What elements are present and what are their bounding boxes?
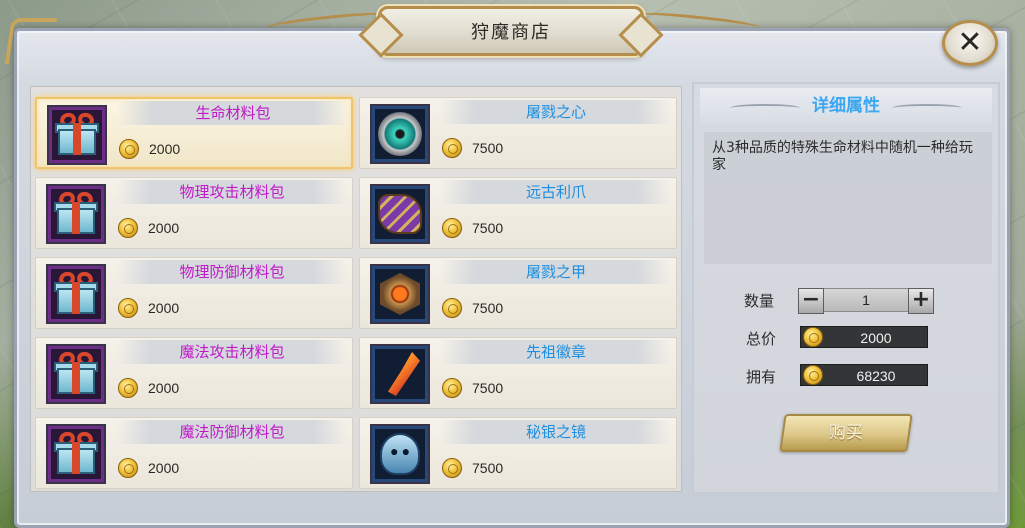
price-row: 7500 xyxy=(442,378,503,398)
increase-button[interactable]: + xyxy=(908,288,934,314)
owned-gold-field: 68230 xyxy=(800,364,928,386)
gold-coin-icon xyxy=(442,138,462,158)
quantity-label: 数量 xyxy=(744,292,775,310)
item-price: 2000 xyxy=(148,300,180,316)
gift-box-icon xyxy=(54,110,100,157)
detail-title: 详细属性 xyxy=(812,96,880,116)
item-name: 物理攻击材料包 xyxy=(116,180,348,204)
detail-panel: 详细属性 从3种品质的特殊生命材料中随机一种给玩家 数量 − 1 + 总价 20… xyxy=(692,82,1000,494)
gift-box-icon xyxy=(53,189,99,236)
item-price: 7500 xyxy=(472,300,504,316)
feather-icon xyxy=(388,352,420,396)
item-name: 先祖徽章 xyxy=(440,340,672,364)
quantity-value[interactable]: 1 xyxy=(825,292,907,308)
total-price-label: 总价 xyxy=(746,330,777,348)
item-icon-frame xyxy=(46,264,106,324)
owned-label: 拥有 xyxy=(746,368,777,386)
header-flourish-left xyxy=(730,104,800,112)
item-icon-frame xyxy=(370,264,430,324)
dragon-eye-icon xyxy=(378,112,422,156)
gift-box-icon xyxy=(53,429,99,476)
close-button[interactable]: ✕ xyxy=(942,20,998,66)
item-name: 魔法防御材料包 xyxy=(116,420,348,444)
shop-item-ancient-claw[interactable]: 远古利爪 7500 xyxy=(359,177,677,249)
page-title: 狩魔商店 xyxy=(471,22,551,43)
item-icon-frame xyxy=(370,184,430,244)
owned-gold-value: 68230 xyxy=(856,368,896,384)
item-price: 2000 xyxy=(149,141,181,157)
item-name: 屠戮之甲 xyxy=(440,260,672,284)
shop-item-magic-defense-pack[interactable]: 魔法防御材料包 2000 xyxy=(35,417,353,489)
price-row: 7500 xyxy=(442,218,503,238)
gold-coin-icon xyxy=(118,218,138,238)
gold-coin-icon xyxy=(118,378,138,398)
gift-box-icon xyxy=(53,349,99,396)
detail-header: 详细属性 xyxy=(700,88,992,124)
total-price-value: 2000 xyxy=(860,330,892,346)
item-list: 生命材料包 2000 物理攻击材料包 2000 物理防御材料包 2000 魔法攻… xyxy=(30,86,682,492)
header-flourish-right xyxy=(892,104,962,112)
price-row: 2000 xyxy=(118,378,179,398)
item-price: 7500 xyxy=(472,220,504,236)
skull-mirror-icon xyxy=(380,433,420,475)
price-row: 7500 xyxy=(442,138,503,158)
item-icon-frame xyxy=(46,184,106,244)
gift-box-icon xyxy=(53,269,99,316)
item-name: 生命材料包 xyxy=(117,101,349,125)
item-icon-frame xyxy=(46,344,106,404)
shop-item-physical-defense-pack[interactable]: 物理防御材料包 2000 xyxy=(35,257,353,329)
close-icon: ✕ xyxy=(957,25,983,60)
item-name: 远古利爪 xyxy=(440,180,672,204)
shop-item-slaughter-armor[interactable]: 屠戮之甲 7500 xyxy=(359,257,677,329)
item-price: 2000 xyxy=(148,460,180,476)
buy-button-label: 购买 xyxy=(829,423,863,443)
item-name: 魔法攻击材料包 xyxy=(116,340,348,364)
price-row: 2000 xyxy=(118,218,179,238)
shop-item-mithril-mirror[interactable]: 秘银之镜 7500 xyxy=(359,417,677,489)
gold-coin-icon xyxy=(118,298,138,318)
item-icon-frame xyxy=(46,424,106,484)
item-price: 2000 xyxy=(148,220,180,236)
item-name: 屠戮之心 xyxy=(440,100,672,124)
total-price-field: 2000 xyxy=(800,326,928,348)
shop-item-ancestor-badge[interactable]: 先祖徽章 7500 xyxy=(359,337,677,409)
gold-coin-icon xyxy=(442,458,462,478)
decrease-button[interactable]: − xyxy=(798,288,824,314)
item-icon-frame xyxy=(370,424,430,484)
price-row: 7500 xyxy=(442,458,503,478)
item-description: 从3种品质的特殊生命材料中随机一种给玩家 xyxy=(704,132,992,264)
claw-icon xyxy=(378,194,422,234)
armor-emblem-icon xyxy=(380,273,420,315)
shop-item-life-material-pack[interactable]: 生命材料包 2000 xyxy=(35,97,353,169)
item-icon-frame xyxy=(370,104,430,164)
gold-coin-icon xyxy=(118,458,138,478)
buy-button[interactable]: 购买 xyxy=(779,414,913,452)
price-row: 2000 xyxy=(118,298,179,318)
gold-coin-icon xyxy=(803,327,823,347)
item-icon-frame xyxy=(47,105,107,165)
item-name: 秘银之镜 xyxy=(440,420,672,444)
gold-coin-icon xyxy=(442,378,462,398)
gold-coin-icon xyxy=(442,298,462,318)
gold-coin-icon xyxy=(119,139,139,159)
gold-coin-icon xyxy=(803,365,823,385)
item-price: 2000 xyxy=(148,380,180,396)
item-icon-frame xyxy=(370,344,430,404)
gold-coin-icon xyxy=(442,218,462,238)
shop-item-physical-attack-pack[interactable]: 物理攻击材料包 2000 xyxy=(35,177,353,249)
item-price: 7500 xyxy=(472,460,504,476)
quantity-stepper[interactable]: − 1 + xyxy=(798,288,934,314)
item-name: 物理防御材料包 xyxy=(116,260,348,284)
item-price: 7500 xyxy=(472,140,504,156)
price-row: 2000 xyxy=(119,139,180,159)
shop-item-magic-attack-pack[interactable]: 魔法攻击材料包 2000 xyxy=(35,337,353,409)
corner-ornament-left xyxy=(4,18,58,64)
shop-item-slaughter-heart[interactable]: 屠戮之心 7500 xyxy=(359,97,677,169)
item-price: 7500 xyxy=(472,380,504,396)
price-row: 2000 xyxy=(118,458,179,478)
title-banner: 狩魔商店 xyxy=(378,6,644,56)
price-row: 7500 xyxy=(442,298,503,318)
